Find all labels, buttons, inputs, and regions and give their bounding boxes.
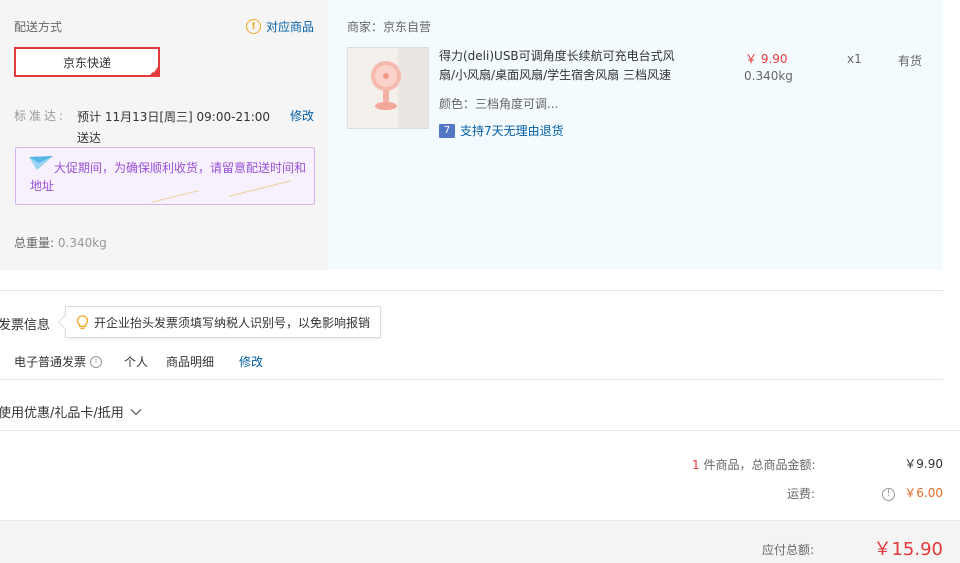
product-color: 颜色：三档角度可调... bbox=[439, 97, 559, 111]
freight-label: 运费: bbox=[787, 487, 816, 501]
product-quantity: x1 bbox=[847, 52, 862, 66]
divider bbox=[0, 430, 960, 431]
goods-total-value: ￥9.90 bbox=[904, 457, 943, 471]
freight-info[interactable]: ! bbox=[882, 485, 895, 501]
total-weight-value: 0.340kg bbox=[57, 236, 107, 250]
invoice-type: 电子普通发票 i bbox=[14, 353, 103, 370]
shipping-title: 配送方式 bbox=[14, 20, 63, 34]
match-goods-label: 对应商品 bbox=[266, 20, 315, 34]
goods-total-label: 1 件商品，总商品金额: bbox=[692, 456, 816, 473]
invoice-title: 发票信息 bbox=[0, 318, 51, 333]
shipping-option-jd-express[interactable]: 京东快递 ✓ bbox=[14, 47, 160, 77]
invoice-tip: 开企业抬头发票须填写纳税人识别号，以免影响报销 bbox=[57, 306, 381, 338]
invoice-tip-text: 开企业抬头发票须填写纳税人识别号，以免影响报销 bbox=[94, 315, 371, 330]
goods-total-text: 件商品，总商品金额: bbox=[703, 458, 816, 472]
total-weight: 总重量: 0.340kg bbox=[14, 234, 107, 251]
goods-count: 1 bbox=[692, 458, 700, 472]
warning-icon: ! bbox=[246, 19, 261, 34]
invoice-edit-link[interactable]: 修改 bbox=[239, 353, 263, 370]
stock-status: 有货 bbox=[898, 54, 923, 68]
standard-delivery-time: 预计 11月13日[周三] 09:00-21:00 送达 bbox=[77, 110, 271, 145]
delivery-edit-link[interactable]: 修改 bbox=[290, 107, 314, 124]
coupon-toggle[interactable]: 使用优惠/礼品卡/抵用 bbox=[0, 402, 142, 421]
lightbulb-icon bbox=[76, 314, 89, 330]
product-price: ￥ 9.90 bbox=[745, 52, 788, 66]
info-icon: ! bbox=[882, 488, 895, 501]
invoice-header-type: 个人 bbox=[124, 355, 149, 369]
merchant-name: 商家：京东自营 bbox=[347, 20, 432, 34]
promo-notice-text: 大促期间，为确保顺利收货，请留意配送时间和地址 bbox=[30, 161, 307, 193]
product-weight: 0.340kg bbox=[744, 69, 793, 83]
promo-notice: 大促期间，为确保顺利收货，请留意配送时间和地址 bbox=[15, 147, 315, 205]
product-name[interactable]: 得力(deli)USB可调角度长续航可充电台式风扇/小风扇/桌面风扇/学生宿舍风… bbox=[439, 47, 679, 85]
invoice-type-label: 电子普通发票 bbox=[14, 355, 87, 369]
divider bbox=[0, 290, 943, 291]
payable-label: 应付总额: bbox=[762, 543, 815, 557]
divider bbox=[0, 379, 943, 380]
total-weight-label: 总重量: bbox=[14, 236, 55, 250]
fan-image bbox=[348, 48, 428, 128]
match-goods-link[interactable]: ! 对应商品 bbox=[246, 18, 314, 35]
standard-delivery-label: 标准达: bbox=[14, 109, 67, 123]
freight-value: ￥6.00 bbox=[904, 486, 943, 500]
product-image[interactable] bbox=[347, 47, 429, 129]
shipping-option-label: 京东快递 bbox=[62, 55, 111, 70]
coupon-label: 使用优惠/礼品卡/抵用 bbox=[0, 406, 124, 421]
goods-panel bbox=[328, 0, 943, 270]
invoice-content: 商品明细 bbox=[166, 355, 215, 369]
return-policy-text: 支持7天无理由退货 bbox=[460, 124, 564, 138]
check-icon: ✓ bbox=[152, 67, 158, 75]
return-policy: 7 支持7天无理由退货 bbox=[439, 122, 564, 139]
payable-total: ￥15.90 bbox=[873, 539, 943, 560]
payable-bar bbox=[0, 520, 960, 563]
seven-day-return-icon: 7 bbox=[439, 123, 455, 138]
tip-arrow bbox=[57, 314, 73, 330]
chevron-down-icon bbox=[130, 408, 142, 416]
info-icon[interactable]: i bbox=[90, 355, 103, 368]
